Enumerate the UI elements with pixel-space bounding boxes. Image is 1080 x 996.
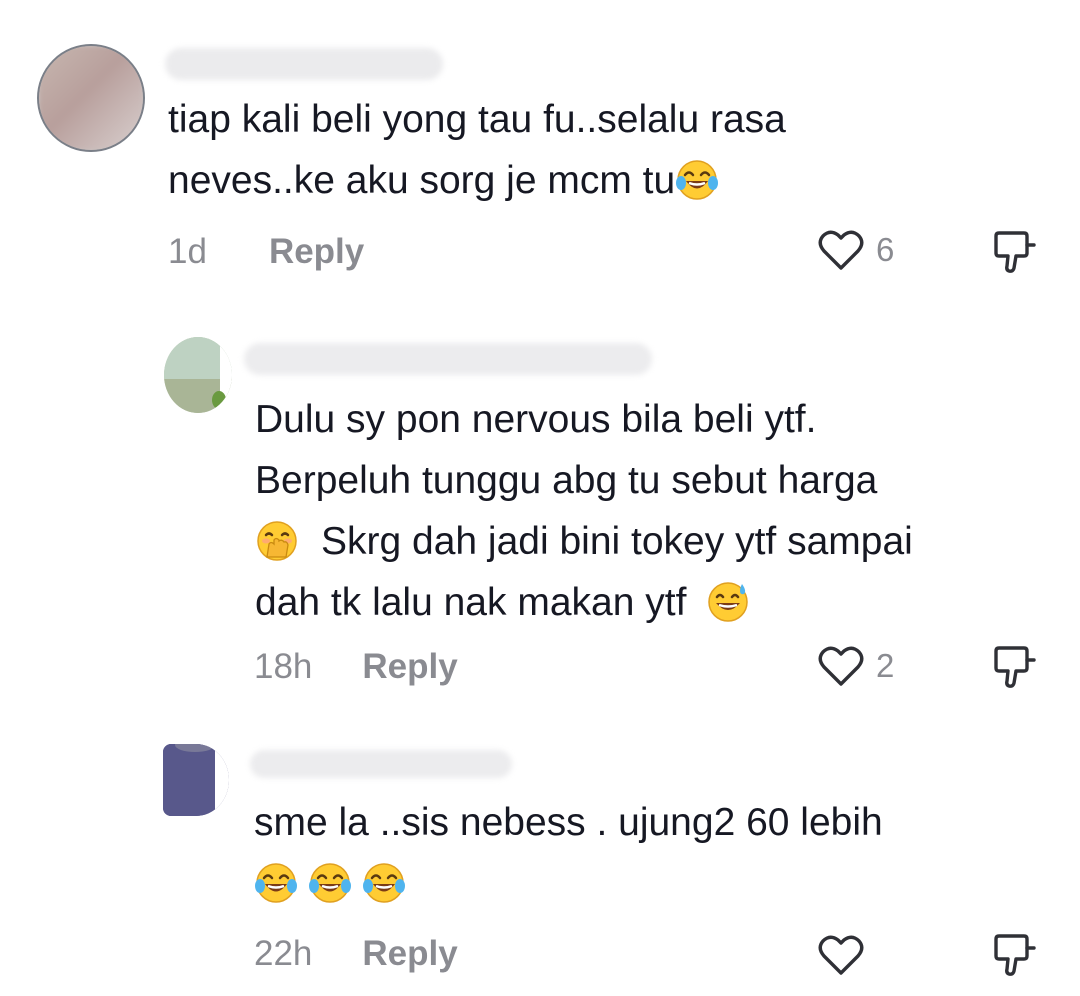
- face-with-tears-of-joy-emoji: [675, 158, 719, 202]
- face-with-tears-of-joy-emoji: [308, 861, 352, 905]
- heart-icon: [818, 646, 864, 686]
- avatar[interactable]: [37, 44, 145, 152]
- avatar[interactable]: [164, 337, 232, 413]
- timestamp: 1d: [168, 232, 207, 271]
- comment-text: tiap kali beli yong tau fu..selalu rasa …: [168, 89, 786, 211]
- username-redacted[interactable]: [244, 343, 652, 375]
- dislike-icon[interactable]: [990, 643, 1036, 691]
- like-button[interactable]: 6: [818, 228, 894, 272]
- comment-line: Skrg dah jadi bini tokey ytf sampai: [255, 511, 913, 572]
- comment-line: dah tk lalu nak makan ytf: [255, 572, 913, 633]
- heart-icon: [818, 935, 864, 975]
- like-count: 6: [876, 231, 895, 268]
- comment-text: Dulu sy pon nervous bila beli ytf. Berpe…: [255, 389, 913, 633]
- reply-button[interactable]: Reply: [362, 647, 457, 687]
- comment-meta: 18h Reply: [254, 647, 458, 687]
- like-count: 2: [876, 647, 895, 684]
- timestamp: 18h: [254, 647, 313, 686]
- username-redacted[interactable]: [250, 750, 512, 778]
- heart-icon: [818, 230, 864, 270]
- face-with-tears-of-joy-emoji: [362, 861, 406, 905]
- reply-button[interactable]: Reply: [362, 934, 457, 974]
- comment-meta: 22h Reply: [254, 934, 458, 974]
- comment-line: Berpeluh tunggu abg tu sebut harga: [255, 459, 878, 502]
- comment-line: Dulu sy pon nervous bila beli ytf.: [255, 398, 817, 441]
- reply-button[interactable]: Reply: [269, 232, 364, 272]
- comment-line: tiap kali beli yong tau fu..selalu rasa: [168, 98, 786, 141]
- comment-line: neves..ke aku sorg je mcm tu: [168, 150, 786, 211]
- comment-line: sme la ..sis nebess . ujung2 60 lebih: [254, 801, 883, 844]
- timestamp: 22h: [254, 934, 313, 973]
- like-button[interactable]: 2: [818, 644, 894, 688]
- face-with-hand-over-mouth-emoji: [255, 519, 299, 563]
- dislike-icon[interactable]: [990, 931, 1036, 979]
- comment-meta: 1d Reply: [168, 232, 364, 272]
- face-with-tears-of-joy-emoji: [254, 861, 298, 905]
- avatar[interactable]: [163, 744, 229, 816]
- username-redacted[interactable]: [165, 48, 443, 80]
- comment-text: sme la ..sis nebess . ujung2 60 lebih: [254, 792, 883, 914]
- dislike-icon[interactable]: [990, 228, 1036, 276]
- comment-line: [254, 853, 883, 914]
- grinning-face-with-sweat-emoji: [706, 580, 750, 624]
- like-button[interactable]: [818, 933, 864, 977]
